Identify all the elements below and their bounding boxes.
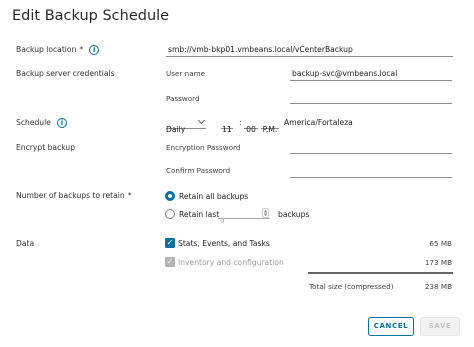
stats-events-tasks-checkbox[interactable]: ✓: [165, 238, 175, 248]
cancel-button[interactable]: CANCEL: [368, 317, 414, 336]
hour-input[interactable]: 11: [221, 117, 233, 134]
stats-events-tasks-label: Stats, Events, and Tasks: [178, 239, 270, 248]
backup-location-label-row: Backup location * i: [16, 45, 100, 55]
inventory-configuration-checkbox: ✓: [165, 257, 175, 267]
time-separator: :: [239, 118, 242, 127]
total-size-label: Total size (compressed): [309, 282, 394, 291]
minute-value: 00: [246, 125, 256, 134]
backup-location-input[interactable]: [166, 45, 453, 57]
username-label: User name: [166, 69, 206, 78]
retain-all-radio[interactable]: [165, 191, 175, 201]
stats-events-tasks-size: 65 MB: [429, 239, 452, 248]
inventory-configuration-label: Inventory and configuration: [178, 258, 284, 267]
chevron-down-icon: [197, 116, 206, 125]
frequency-select[interactable]: Daily: [166, 116, 206, 134]
confirm-password-label: Confirm Password: [166, 166, 231, 175]
ampm-select[interactable]: P.M.: [261, 117, 279, 134]
username-input[interactable]: [290, 69, 452, 81]
schedule-label-row: Schedule i: [16, 118, 67, 128]
retain-label-row: Number of backups to retain *: [16, 191, 131, 200]
encryption-password-input[interactable]: [290, 142, 452, 154]
inventory-configuration-size: 173 MB: [424, 258, 452, 267]
data-label: Data: [16, 239, 35, 248]
info-icon[interactable]: i: [89, 45, 100, 55]
confirm-password-input[interactable]: [290, 166, 452, 178]
timezone-text: America/Fortaleza: [284, 118, 353, 127]
minute-input[interactable]: 00: [244, 117, 258, 134]
retain-last-label: Retain last: [179, 210, 220, 219]
ampm-value: P.M.: [262, 125, 278, 134]
frequency-value: Daily: [166, 125, 186, 134]
info-icon[interactable]: i: [56, 118, 67, 128]
encryption-password-label: Encryption Password: [166, 143, 241, 152]
dialog-title: Edit Backup Schedule: [12, 8, 170, 24]
retain-last-radio[interactable]: [165, 209, 175, 219]
encrypt-backup-label: Encrypt backup: [16, 143, 76, 152]
hour-value: 11: [222, 125, 232, 134]
retain-suffix: backups: [278, 210, 310, 219]
required-mark: *: [79, 45, 84, 54]
backup-credentials-label: Backup server credentials: [16, 69, 115, 78]
password-label: Password: [166, 94, 200, 103]
retain-all-label: Retain all backups: [179, 192, 249, 201]
total-size-value: 238 MB: [424, 282, 452, 291]
save-button[interactable]: SAVE: [420, 317, 460, 336]
retain-label: Number of backups to retain: [16, 191, 125, 200]
required-mark: *: [127, 191, 132, 200]
password-input[interactable]: [290, 92, 452, 104]
backup-location-label: Backup location: [16, 45, 77, 54]
total-divider: [308, 272, 453, 274]
schedule-label: Schedule: [16, 118, 51, 127]
retain-count-stepper[interactable]: 0 ▲ ▼: [218, 208, 270, 225]
stepper-arrows-icon[interactable]: ▲ ▼: [262, 208, 269, 218]
retain-count-value: 0: [220, 216, 225, 225]
